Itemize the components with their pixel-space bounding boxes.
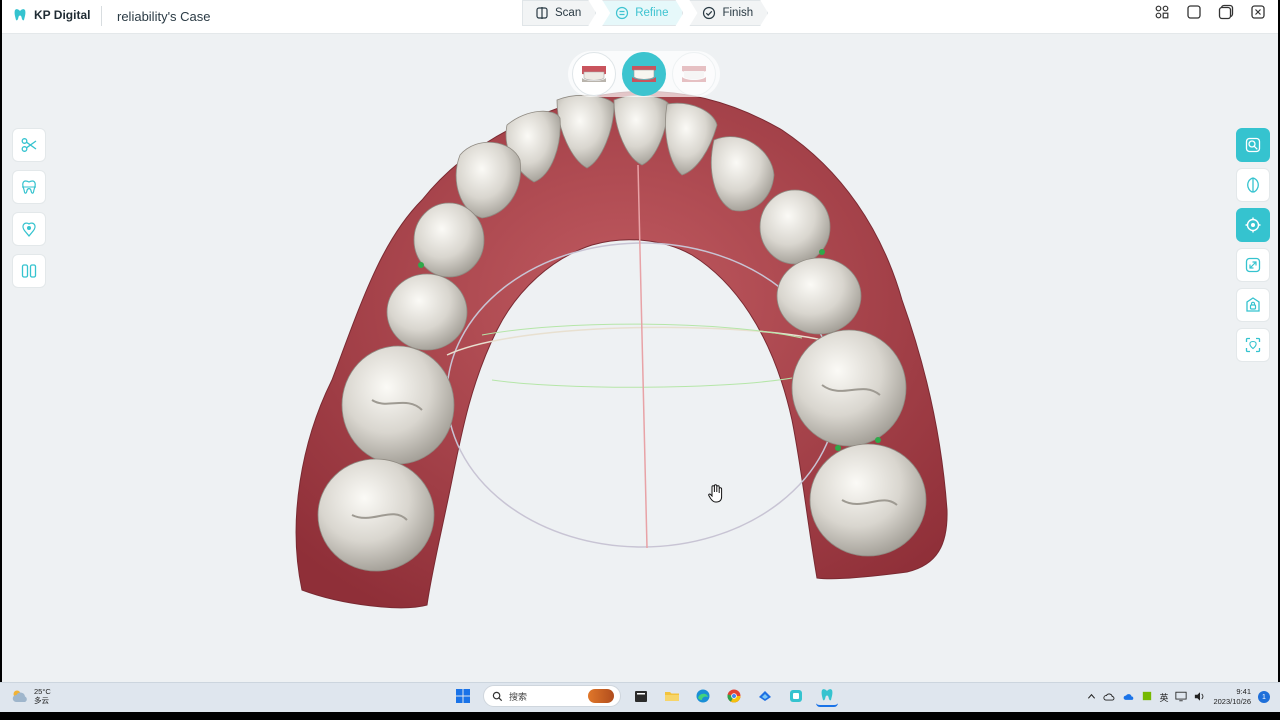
- chevron-up-icon[interactable]: [1087, 692, 1096, 703]
- scan-icon: [535, 6, 549, 20]
- refine-icon: [615, 6, 629, 20]
- split-view-tool[interactable]: [12, 254, 46, 288]
- tooth: [809, 443, 927, 557]
- jaw-switch: [568, 51, 720, 97]
- margin-line-tool[interactable]: [12, 212, 46, 246]
- step-refine[interactable]: Refine: [602, 0, 683, 26]
- onedrive-icon[interactable]: [1123, 692, 1135, 703]
- expand-icon: [1245, 257, 1261, 273]
- system-clock[interactable]: 9:41 2023/10/26: [1213, 687, 1251, 707]
- scan-frame-icon: [1245, 337, 1261, 353]
- split-view-icon: [21, 264, 37, 278]
- clock-time: 9:41: [1236, 687, 1251, 696]
- cloud-icon[interactable]: [1103, 692, 1116, 703]
- margin-line-icon: [22, 222, 36, 237]
- both-jaws-button[interactable]: [672, 52, 716, 96]
- hand-cursor-icon: [707, 484, 725, 509]
- scan-frame-tool[interactable]: [1236, 328, 1270, 362]
- taskbar-pinned: 搜索: [452, 685, 838, 707]
- workflow-steps: Scan Refine Finish: [522, 0, 774, 26]
- os-taskbar: 25°C 多云 搜索 英 9:41 2023/10/26 1: [0, 682, 1280, 712]
- right-toolbar: [1236, 128, 1270, 362]
- tooth-tool[interactable]: [12, 170, 46, 204]
- kp-digital-icon[interactable]: [816, 685, 838, 707]
- store-icon[interactable]: [754, 685, 776, 707]
- windows-start-icon[interactable]: [452, 685, 474, 707]
- both-jaws-icon: [682, 66, 706, 82]
- left-toolbar: [12, 128, 46, 288]
- focus-tooth-tool[interactable]: [1236, 128, 1270, 162]
- tooth: [386, 273, 468, 351]
- target-tool[interactable]: [1236, 208, 1270, 242]
- tooth: [413, 202, 485, 278]
- target-icon: [1245, 217, 1261, 233]
- chrome-icon[interactable]: [723, 685, 745, 707]
- check-circle-icon: [702, 6, 716, 20]
- search-icon: [492, 691, 503, 701]
- case-title: reliability's Case: [117, 9, 211, 24]
- expand-tool[interactable]: [1236, 248, 1270, 282]
- file-explorer-icon[interactable]: [630, 685, 652, 707]
- nvidia-icon[interactable]: [1142, 691, 1152, 703]
- lower-jaw-icon: [632, 66, 656, 82]
- scissors-icon: [21, 138, 37, 152]
- step-scan[interactable]: Scan: [522, 0, 596, 26]
- ime-indicator[interactable]: 英: [1159, 691, 1168, 704]
- upper-jaw-button[interactable]: [572, 52, 616, 96]
- kp-tooth-logo-icon: [14, 9, 26, 21]
- focus-tooth-icon: [1245, 137, 1261, 153]
- window-controls: [1154, 4, 1266, 20]
- taskbar-search[interactable]: 搜索: [483, 685, 621, 707]
- 3d-viewport[interactable]: [2, 34, 1278, 682]
- minimize-icon[interactable]: [1186, 4, 1202, 20]
- step-finish[interactable]: Finish: [689, 0, 768, 26]
- title-divider: [101, 6, 102, 26]
- search-highlight-icon: [588, 689, 614, 703]
- system-tray: 英 9:41 2023/10/26 1: [1087, 687, 1270, 707]
- half-tooth-tool[interactable]: [1236, 168, 1270, 202]
- brand: KP Digital: [12, 7, 90, 23]
- jaw-model-render: [295, 90, 948, 609]
- step-finish-label: Finish: [722, 7, 754, 19]
- clock-date: 2023/10/26: [1213, 697, 1251, 706]
- apps-grid-icon[interactable]: [1154, 4, 1170, 20]
- app-icon[interactable]: [785, 685, 807, 707]
- volume-icon[interactable]: [1194, 691, 1206, 704]
- network-icon[interactable]: [1175, 691, 1188, 704]
- tooth-icon: [22, 180, 36, 194]
- scissors-tool[interactable]: [12, 128, 46, 162]
- title-bar: KP Digital reliability's Case Scan Refin…: [2, 0, 1278, 34]
- lower-jaw-button[interactable]: [622, 52, 666, 96]
- step-refine-label: Refine: [635, 7, 669, 19]
- folder-icon[interactable]: [661, 685, 683, 707]
- tooth: [341, 345, 455, 465]
- tooth: [317, 458, 435, 572]
- edge-browser-icon[interactable]: [692, 685, 714, 707]
- restore-icon[interactable]: [1218, 4, 1234, 20]
- close-icon[interactable]: [1250, 4, 1266, 20]
- tooth: [776, 257, 862, 335]
- upper-jaw-icon: [582, 66, 606, 82]
- app-window: KP Digital reliability's Case Scan Refin…: [2, 0, 1278, 682]
- cloud-sun-icon: [12, 690, 27, 702]
- weather-desc: 多云: [34, 696, 49, 705]
- weather-temp: 25°C: [34, 687, 51, 696]
- lock-tooth-tool[interactable]: [1236, 288, 1270, 322]
- step-scan-label: Scan: [555, 7, 582, 19]
- lock-tooth-icon: [1246, 297, 1260, 312]
- brand-name: KP Digital: [34, 8, 91, 22]
- tooth: [791, 329, 907, 447]
- search-placeholder: 搜索: [509, 691, 528, 702]
- notification-badge[interactable]: 1: [1258, 691, 1270, 703]
- half-tooth-icon: [1247, 177, 1259, 193]
- weather-widget[interactable]: 25°C 多云: [10, 687, 51, 705]
